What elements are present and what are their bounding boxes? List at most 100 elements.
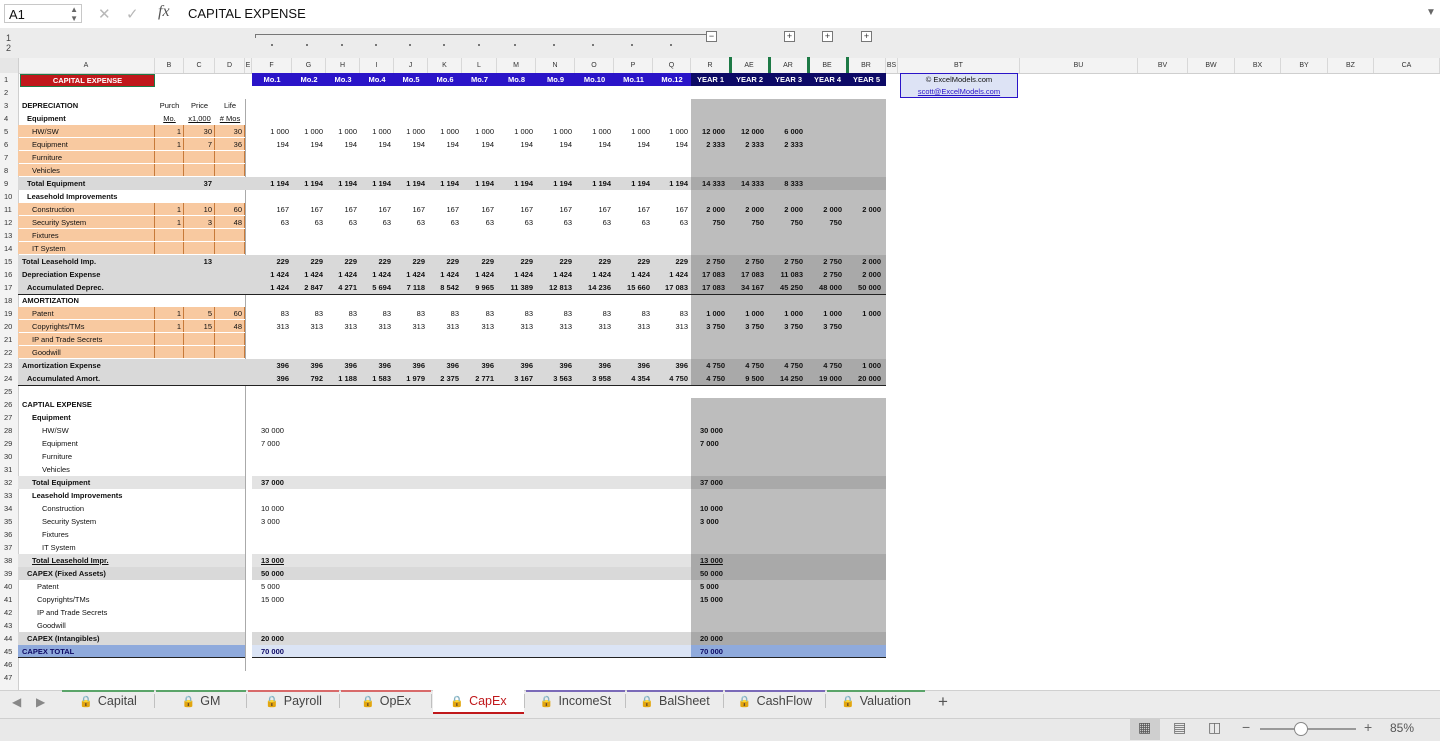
row-number[interactable]: 30 [0,450,17,463]
column-header-e[interactable]: E [245,58,252,73]
input-cell[interactable] [155,164,184,176]
column-header-be[interactable]: BE [808,58,847,73]
column-header-ae[interactable]: AE [730,58,769,73]
page-layout-icon[interactable]: ▤ [1173,719,1186,736]
next-sheet-icon[interactable]: ▶ [36,695,45,709]
zoom-out-button[interactable]: − [1242,719,1250,735]
row-number[interactable]: 38 [0,554,17,567]
column-header-g[interactable]: G [292,58,326,73]
input-value[interactable]: 1 [155,138,181,151]
select-all-corner[interactable] [0,58,19,73]
row-number[interactable]: 40 [0,580,17,593]
row-number[interactable]: 44 [0,632,17,645]
input-value[interactable]: 1 [155,307,181,320]
column-header-c[interactable]: C [184,58,215,73]
input-value[interactable]: 5 [184,307,212,320]
page-break-icon[interactable]: ◫ [1208,719,1221,736]
sheet-tab-balsheet[interactable]: 🔒 BalSheet [627,690,723,712]
row-number[interactable]: 4 [0,112,17,125]
row-number[interactable]: 11 [0,203,17,216]
row-number[interactable]: 45 [0,645,17,658]
input-cell[interactable] [184,151,215,163]
row-number[interactable]: 27 [0,411,17,424]
input-cell[interactable] [215,164,245,176]
row-number[interactable]: 42 [0,606,17,619]
column-header-d[interactable]: D [215,58,245,73]
collapse-group-icon[interactable]: − [706,31,717,42]
input-cell[interactable] [155,242,184,254]
cancel-icon[interactable]: ✕ [98,5,111,23]
zoom-slider-thumb[interactable] [1294,722,1308,736]
input-cell[interactable] [155,333,184,345]
row-number[interactable]: 6 [0,138,17,151]
function-icon[interactable]: fx [158,3,170,21]
row-number[interactable]: 14 [0,242,17,255]
row-number[interactable]: 41 [0,593,17,606]
sheet-tab-incomest[interactable]: 🔒 IncomeSt [526,690,625,712]
row-number[interactable]: 46 [0,658,17,671]
column-header-bz[interactable]: BZ [1328,58,1374,73]
row-number[interactable]: 29 [0,437,17,450]
input-cell[interactable] [215,229,245,241]
input-value[interactable]: 13 [184,255,212,268]
row-number[interactable]: 32 [0,476,17,489]
column-header-l[interactable]: L [462,58,497,73]
sheet-tab-payroll[interactable]: 🔒 Payroll [248,690,339,712]
input-value[interactable]: 1 [155,125,181,138]
expand-formula-icon[interactable]: ▼ [1426,7,1436,18]
row-number[interactable]: 7 [0,151,17,164]
sheet-tab-cashflow[interactable]: 🔒 CashFlow [725,690,825,712]
column-header-k[interactable]: K [428,58,462,73]
row-number[interactable]: 1 [0,73,17,86]
input-cell[interactable] [215,333,245,345]
row-number[interactable]: 9 [0,177,17,190]
column-header-by[interactable]: BY [1281,58,1328,73]
row-number[interactable]: 31 [0,463,17,476]
input-cell[interactable] [155,151,184,163]
row-number[interactable]: 21 [0,333,17,346]
column-header-ca[interactable]: CA [1374,58,1440,73]
column-header-o[interactable]: O [575,58,614,73]
column-header-bs[interactable]: BS [886,58,898,73]
input-value[interactable]: 37 [184,177,212,190]
row-number[interactable]: 8 [0,164,17,177]
confirm-icon[interactable]: ✓ [126,5,139,23]
row-number[interactable]: 22 [0,346,17,359]
sheet-title[interactable]: CAPITAL EXPENSE [20,74,155,87]
formula-input[interactable]: CAPITAL EXPENSE [188,6,306,21]
input-cell[interactable] [155,346,184,358]
input-value[interactable]: 15 [184,320,212,333]
input-cell[interactable] [184,229,215,241]
column-header-p[interactable]: P [614,58,653,73]
row-number[interactable]: 15 [0,255,17,268]
name-box-stepper-icon[interactable]: ▲ ▼ [70,5,78,23]
row-number[interactable]: 43 [0,619,17,632]
input-cell[interactable] [184,164,215,176]
outline-level-1[interactable]: 1 [6,33,11,43]
sheet-tab-capital[interactable]: 🔒 Capital [62,690,154,712]
input-value[interactable]: 60 [215,307,242,320]
input-value[interactable]: 36 [215,138,242,151]
input-cell[interactable] [184,242,215,254]
row-number[interactable]: 13 [0,229,17,242]
expand-group-icon[interactable]: + [861,31,872,42]
column-header-f[interactable]: F [252,58,292,73]
row-number[interactable]: 16 [0,268,17,281]
input-value[interactable]: 1 [155,203,181,216]
input-cell[interactable] [184,333,215,345]
input-value[interactable]: 30 [184,125,212,138]
input-value[interactable]: 1 [155,320,181,333]
column-header-r[interactable]: R [691,58,730,73]
row-number[interactable]: 47 [0,671,17,684]
row-number[interactable]: 33 [0,489,17,502]
column-header-bu[interactable]: BU [1020,58,1138,73]
column-header-bt[interactable]: BT [898,58,1020,73]
column-header-bv[interactable]: BV [1138,58,1188,73]
input-value[interactable]: 10 [184,203,212,216]
row-number[interactable]: 2 [0,86,17,99]
input-value[interactable]: 60 [215,203,242,216]
add-sheet-button[interactable]: + [938,692,948,712]
column-header-bx[interactable]: BX [1235,58,1281,73]
row-number[interactable]: 37 [0,541,17,554]
input-value[interactable]: 7 [184,138,212,151]
